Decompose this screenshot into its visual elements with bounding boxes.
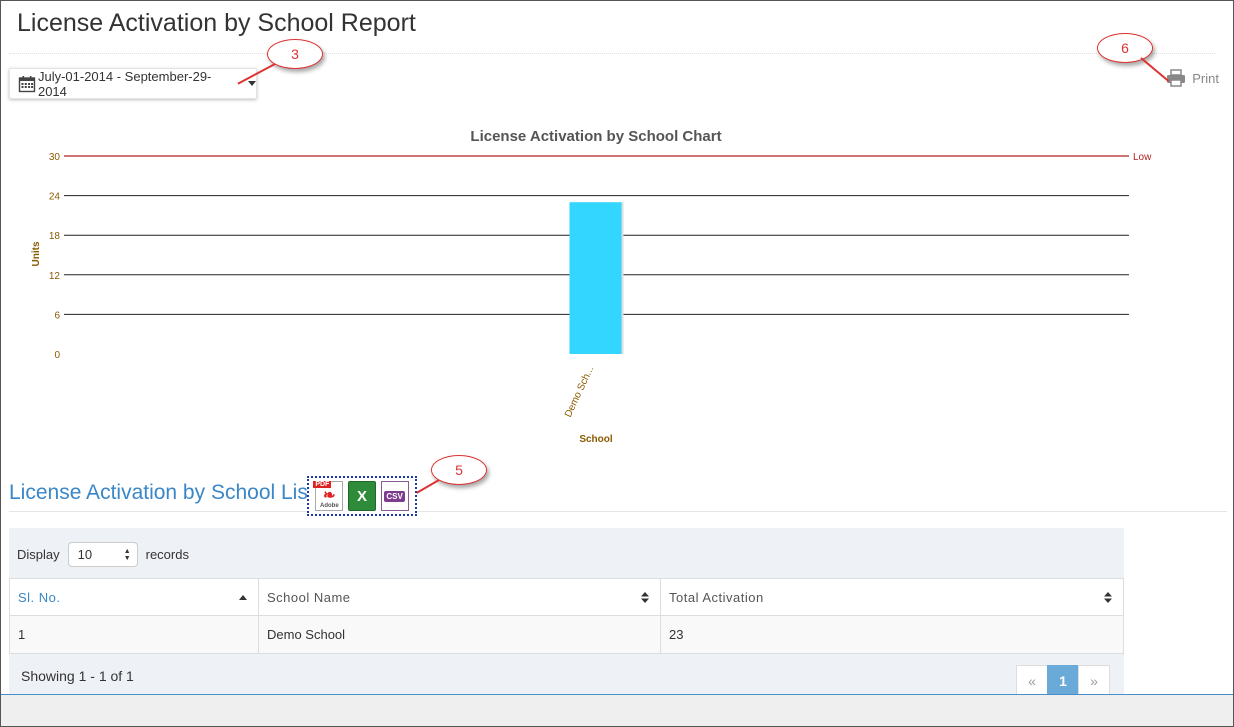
column-label: Total Activation: [669, 589, 764, 605]
pager-prev-button[interactable]: «: [1016, 665, 1048, 696]
page-size-value: 10: [77, 547, 93, 562]
display-control: Display 10 ▲ ▼ records: [17, 542, 189, 567]
activation-table: Sl. No. School Name Total Activation 1 D…: [9, 578, 1124, 654]
callout-6: 6: [1097, 33, 1153, 63]
column-label: School Name: [267, 589, 351, 605]
y-tick-label: 6: [54, 310, 60, 321]
pager-page-1[interactable]: 1: [1047, 665, 1079, 696]
sort-asc-icon: [239, 595, 247, 600]
pager-next-button[interactable]: »: [1078, 665, 1110, 696]
export-toolbar: PDF ❧ Adobe X CSV: [307, 476, 417, 516]
footer-bar: [1, 694, 1233, 726]
records-label: records: [145, 547, 189, 562]
pdf-sub: Adobe: [319, 502, 339, 509]
sort-both-icon: [1104, 592, 1112, 603]
activation-chart: License Activation by School Chart 0 6 12 1…: [31, 128, 1152, 445]
display-label: Display: [17, 547, 60, 562]
bar: [569, 202, 622, 354]
cell-total-activation: 23: [660, 615, 1124, 654]
column-header-total-activation[interactable]: Total Activation: [660, 578, 1124, 616]
print-button[interactable]: Print: [1166, 69, 1219, 87]
y-tick-label: 24: [49, 192, 61, 203]
csv-export-button[interactable]: CSV: [380, 481, 409, 511]
list-divider: [9, 511, 1227, 512]
showing-info: Showing 1 - 1 of 1: [21, 668, 134, 684]
callout-6-pointer: [1140, 57, 1170, 82]
chart-title: License Activation by School Chart: [470, 128, 721, 145]
threshold-label: Low: [1133, 152, 1152, 163]
pdf-export-button[interactable]: PDF ❧ Adobe: [313, 481, 344, 511]
page-title: License Activation by School Report: [17, 9, 416, 37]
excel-icon: X: [356, 487, 367, 505]
date-range-label: July-01-2014 - September-29-2014: [37, 68, 212, 99]
print-label: Print: [1192, 70, 1219, 86]
y-tick-label: 18: [49, 231, 61, 242]
list-title: License Activation by School List: [9, 481, 314, 504]
printer-icon: [1167, 69, 1186, 87]
table-row: 1 Demo School 23: [9, 615, 1124, 654]
table-panel: Display 10 ▲ ▼ records Sl. No. School Nam…: [9, 528, 1124, 696]
column-header-school-name[interactable]: School Name: [258, 578, 661, 616]
pdf-icon: ❧: [323, 486, 336, 504]
cell-school-name: Demo School: [258, 615, 661, 654]
y-axis-label: Units: [31, 241, 42, 266]
pagination: « 1 »: [1016, 665, 1110, 696]
column-header-sl-no[interactable]: Sl. No.: [9, 578, 259, 616]
y-tick-label: 0: [54, 350, 60, 361]
date-range-picker[interactable]: July-01-2014 - September-29-2014: [9, 68, 257, 99]
csv-icon: CSV: [384, 490, 405, 502]
bar-shadow: [621, 202, 624, 354]
excel-export-button[interactable]: X: [347, 481, 376, 511]
y-tick-label: 30: [49, 152, 61, 163]
x-axis-label: School: [579, 434, 613, 445]
cell-sl-no: 1: [9, 615, 259, 654]
stepper-icon: ▲ ▼: [123, 547, 131, 562]
sort-both-icon: [641, 592, 649, 603]
column-label: Sl. No.: [18, 589, 61, 605]
title-divider: [9, 53, 1215, 54]
calendar-icon: [18, 75, 36, 92]
y-tick-label: 12: [49, 271, 61, 282]
x-tick-label: Demo Sch...: [563, 365, 596, 420]
pdf-tag: PDF: [313, 481, 332, 488]
page-size-select[interactable]: 10 ▲ ▼: [67, 542, 138, 567]
chevron-down-icon: [248, 81, 256, 86]
